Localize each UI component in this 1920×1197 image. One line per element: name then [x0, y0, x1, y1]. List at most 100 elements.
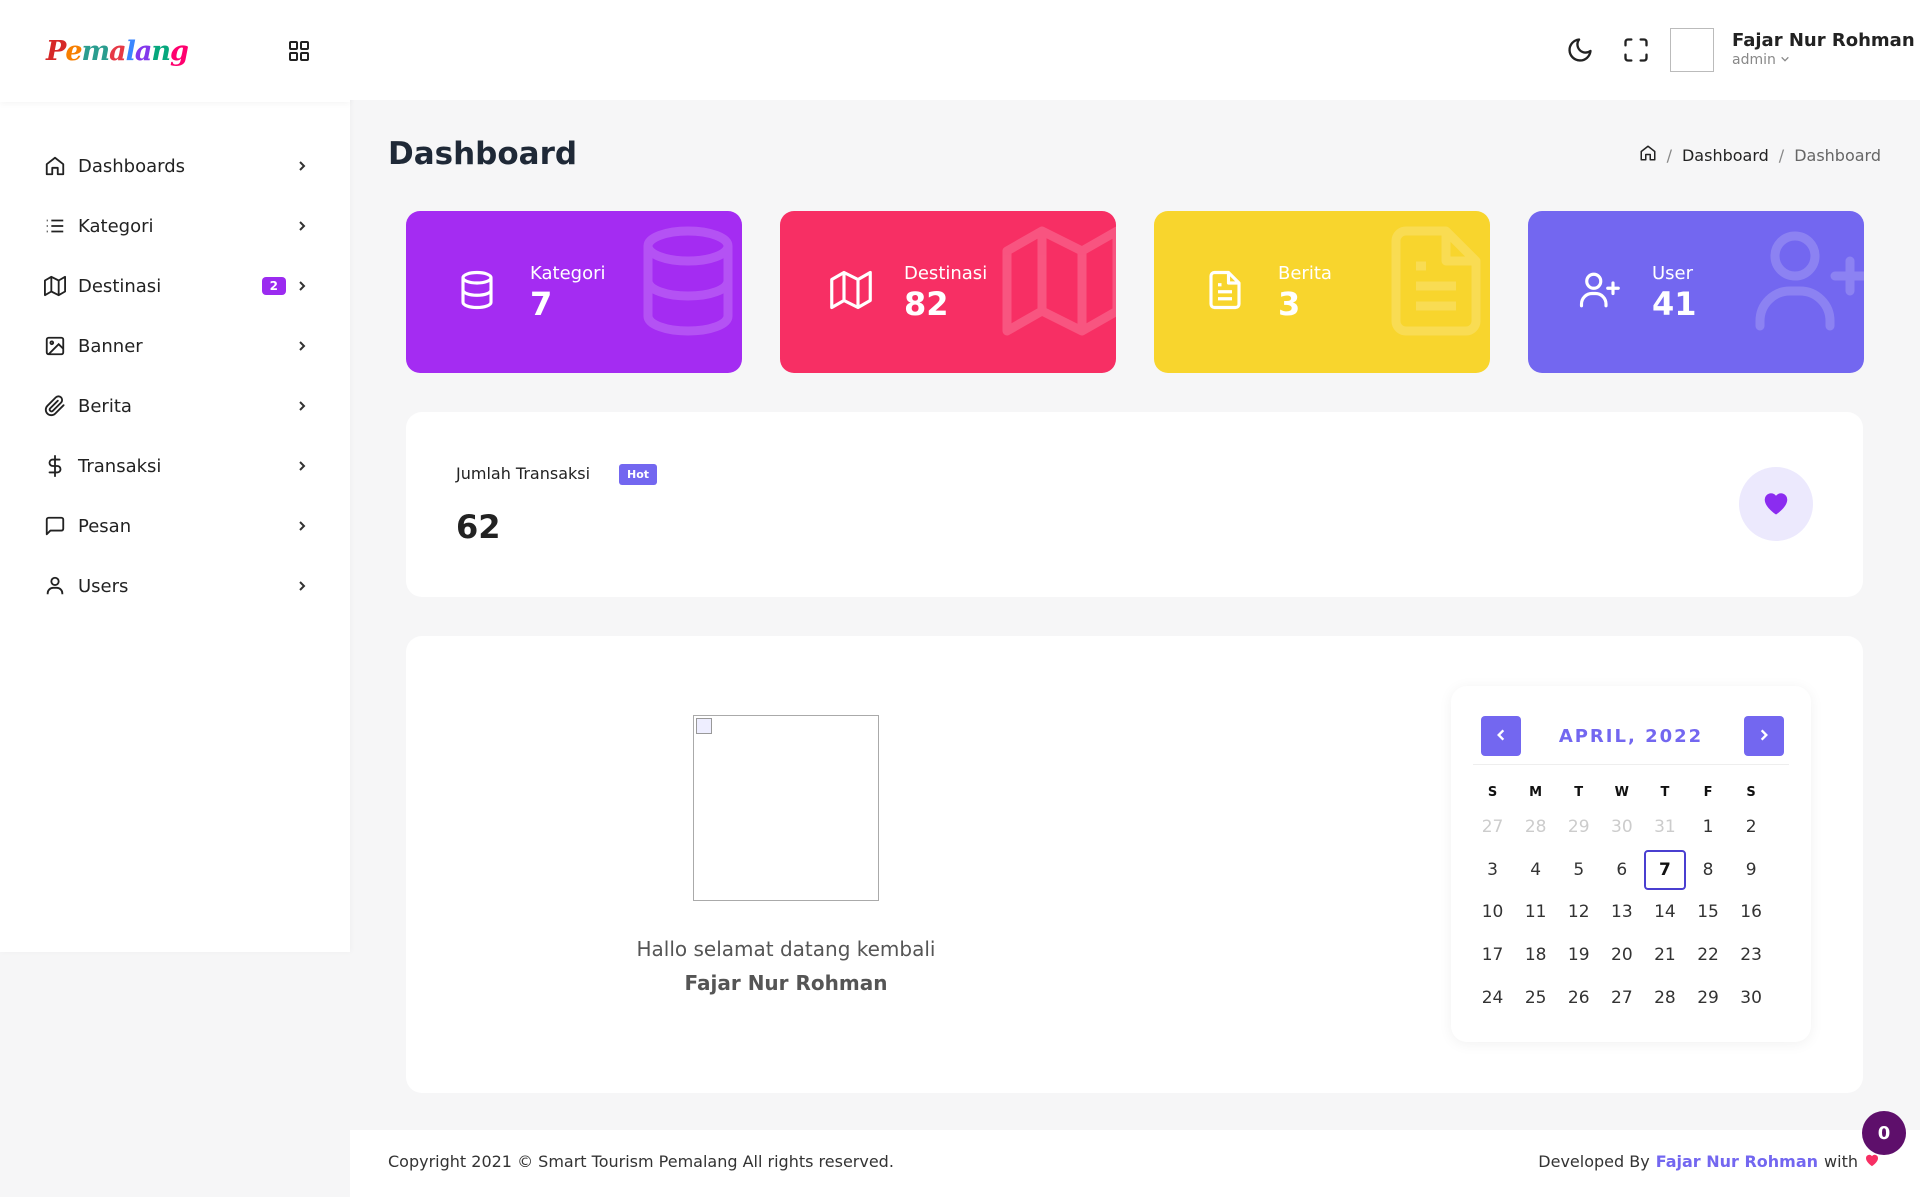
count-badge: 2 [261, 277, 286, 295]
calendar-next-button[interactable] [1744, 716, 1784, 756]
stat-label: Destinasi [904, 263, 988, 284]
chevron-right-icon [296, 279, 310, 293]
calendar-day-number: 28 [1524, 817, 1547, 838]
user-role-dropdown[interactable]: admin [1732, 52, 1790, 68]
stat-label: Berita [1278, 263, 1332, 284]
chevron-right-icon [296, 339, 310, 353]
calendar-day[interactable]: 22 [1686, 934, 1729, 977]
breadcrumb-separator: / [1778, 145, 1785, 165]
calendar-day[interactable]: 13 [1600, 891, 1643, 934]
calendar-day[interactable]: 4 [1514, 849, 1557, 892]
chevron-right-icon [296, 519, 310, 533]
sidebar-header: Pemalang [0, 0, 350, 102]
paperclip-icon [44, 395, 66, 417]
calendar-day[interactable]: 3 [1471, 849, 1514, 892]
calendar-day-number: 7 [1643, 849, 1686, 890]
stat-label: User [1652, 263, 1694, 284]
calendar-day-number: 19 [1567, 945, 1590, 966]
calendar-day[interactable]: 14 [1643, 891, 1686, 934]
calendar-day[interactable]: 27 [1471, 806, 1514, 849]
calendar-day-selected[interactable]: 7 [1643, 849, 1686, 892]
fullscreen-icon[interactable] [1622, 36, 1650, 64]
sidebar-item-label: Users [78, 575, 129, 597]
stat-card-user[interactable]: User 41 [1528, 211, 1864, 373]
calendar-day[interactable]: 17 [1471, 934, 1514, 977]
stat-card-kategori[interactable]: Kategori 7 [406, 211, 742, 373]
developer-link[interactable]: Fajar Nur Rohman [1656, 1152, 1818, 1171]
stat-value: 41 [1652, 285, 1697, 323]
calendar-day[interactable]: 19 [1557, 934, 1600, 977]
sidebar-item-label: Berita [78, 395, 132, 417]
dev-suffix: with [1824, 1152, 1858, 1171]
calendar-weekday: T [1574, 784, 1584, 800]
heart-badge [1739, 467, 1813, 541]
database-icon [456, 269, 498, 311]
calendar-day[interactable]: 12 [1557, 891, 1600, 934]
calendar-day[interactable]: 25 [1514, 976, 1557, 1019]
home-icon [44, 155, 66, 177]
sidebar-item-users[interactable]: Users [0, 556, 350, 616]
stat-card-berita[interactable]: Berita 3 [1154, 211, 1490, 373]
heart-icon [1761, 488, 1791, 520]
calendar-day-number: 26 [1567, 987, 1590, 1008]
calendar-day[interactable]: 28 [1514, 806, 1557, 849]
message-icon [44, 515, 66, 537]
calendar-day[interactable]: 20 [1600, 934, 1643, 977]
topbar: Fajar Nur Rohman admin [350, 0, 1920, 100]
calendar-day[interactable]: 27 [1600, 976, 1643, 1019]
calendar-day-number: 25 [1524, 987, 1547, 1008]
calendar-day[interactable]: 9 [1730, 849, 1773, 892]
brand-logo[interactable]: Pemalang [46, 36, 189, 67]
breadcrumb-link[interactable]: Dashboard [1682, 146, 1769, 165]
stat-value: 3 [1278, 285, 1301, 323]
calendar-day-number: 14 [1654, 902, 1676, 923]
sidebar-item-label: Pesan [78, 515, 132, 537]
sidebar-item-kategori[interactable]: Kategori [0, 196, 350, 256]
calendar-day[interactable]: 26 [1557, 976, 1600, 1019]
file-text-icon [1204, 269, 1246, 311]
transaksi-value: 62 [456, 508, 501, 546]
calendar-day-number: 5 [1573, 859, 1585, 880]
calendar-day[interactable]: 23 [1730, 934, 1773, 977]
sidebar-item-dashboards[interactable]: Dashboards [0, 136, 350, 196]
calendar-day[interactable]: 29 [1557, 806, 1600, 849]
sidebar-item-pesan[interactable]: Pesan [0, 496, 350, 556]
floating-count-button[interactable]: 0 [1862, 1111, 1906, 1155]
calendar-day-number: 23 [1740, 945, 1762, 966]
sidebar-item-destinasi[interactable]: Destinasi 2 [0, 256, 350, 316]
sidebar-item-transaksi[interactable]: Transaksi [0, 436, 350, 496]
chevron-down-icon [1780, 52, 1790, 68]
calendar-day-number: 22 [1697, 945, 1719, 966]
calendar-day[interactable]: 24 [1471, 976, 1514, 1019]
avatar[interactable] [1670, 28, 1714, 72]
grid-menu-icon[interactable] [284, 36, 314, 66]
calendar-day[interactable]: 30 [1730, 976, 1773, 1019]
calendar-day[interactable]: 5 [1557, 849, 1600, 892]
sidebar-item-banner[interactable]: Banner [0, 316, 350, 376]
calendar-day[interactable]: 31 [1643, 806, 1686, 849]
calendar-day[interactable]: 1 [1686, 806, 1729, 849]
home-icon[interactable] [1639, 144, 1657, 166]
calendar-day[interactable]: 2 [1730, 806, 1773, 849]
broken-image-icon [696, 718, 712, 734]
page-title: Dashboard [388, 136, 578, 172]
calendar-day[interactable]: 6 [1600, 849, 1643, 892]
sidebar-item-berita[interactable]: Berita [0, 376, 350, 436]
calendar-day[interactable]: 11 [1514, 891, 1557, 934]
developer-credit: Developed By Fajar Nur Rohman with [1538, 1152, 1880, 1171]
calendar-day[interactable]: 10 [1471, 891, 1514, 934]
calendar-day[interactable]: 8 [1686, 849, 1729, 892]
calendar-day[interactable]: 28 [1643, 976, 1686, 1019]
calendar-day[interactable]: 18 [1514, 934, 1557, 977]
calendar-day[interactable]: 16 [1730, 891, 1773, 934]
calendar-day[interactable]: 21 [1643, 934, 1686, 977]
calendar-day[interactable]: 15 [1686, 891, 1729, 934]
welcome-card: Hallo selamat datang kembali Fajar Nur R… [406, 636, 1863, 1093]
stat-card-destinasi[interactable]: Destinasi 82 [780, 211, 1116, 373]
moon-icon[interactable] [1566, 36, 1594, 64]
calendar-day-number: 31 [1654, 817, 1676, 838]
calendar-day[interactable]: 30 [1600, 806, 1643, 849]
user-name[interactable]: Fajar Nur Rohman [1732, 30, 1915, 51]
calendar-day[interactable]: 29 [1686, 976, 1729, 1019]
user-role: admin [1732, 52, 1776, 68]
